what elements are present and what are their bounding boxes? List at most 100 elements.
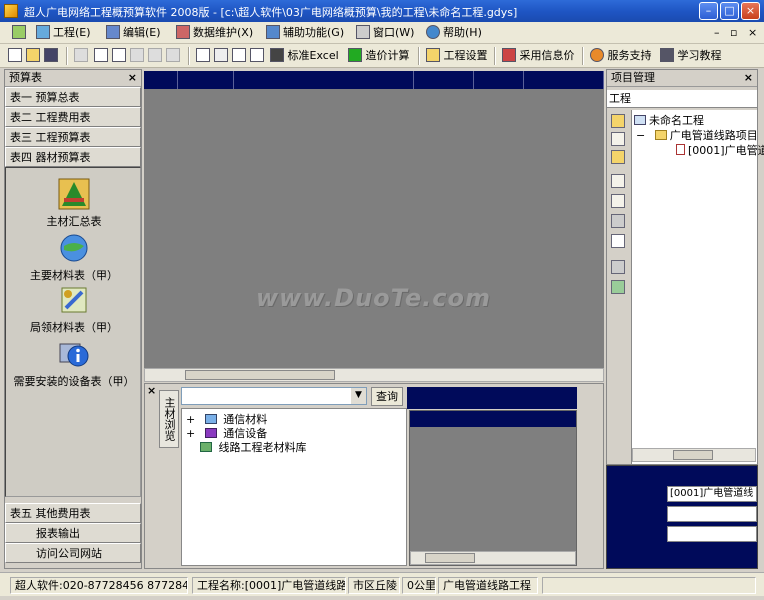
query-button[interactable]: 查询: [371, 387, 403, 406]
toolbar: 标准Excel 造价计算 工程设置 采用信息价 服务支持 学习教程: [0, 44, 764, 68]
paste-icon[interactable]: [611, 214, 625, 228]
filter-button[interactable]: [250, 47, 264, 65]
save-button[interactable]: [44, 47, 58, 65]
cut-button[interactable]: [94, 47, 108, 65]
menu-data-label: 数据维护(X): [193, 26, 254, 39]
undo-icon: [74, 48, 88, 62]
workspace-scroll-thumb[interactable]: [185, 370, 335, 380]
price-icon: [502, 48, 516, 62]
budget-panel-header: 预算表 ×: [5, 70, 141, 87]
mdi-restore-button[interactable]: ▫: [730, 26, 737, 39]
property-value-3[interactable]: [667, 526, 757, 542]
material-grid[interactable]: [409, 410, 577, 566]
tree-node-label: 未命名工程: [649, 114, 704, 127]
new-button[interactable]: [8, 47, 22, 65]
project-panel-close-icon[interactable]: ×: [744, 70, 753, 86]
tutorial-button[interactable]: 学习教程: [660, 47, 722, 65]
minimize-button[interactable]: –: [699, 2, 718, 20]
calc-button[interactable]: 造价计算: [348, 47, 410, 65]
move-down-button[interactable]: [166, 47, 180, 65]
settings-label: 工程设置: [443, 49, 488, 62]
grid-header-cell[interactable]: [178, 71, 234, 89]
project-tree-hscrollbar[interactable]: [632, 448, 756, 462]
menu-help[interactable]: 帮助(H): [426, 25, 482, 41]
install-equipment-table-item[interactable]: 需要安装的设备表（甲）: [6, 338, 142, 389]
open-folder-icon[interactable]: [611, 114, 625, 128]
budget-panel-close-icon[interactable]: ×: [128, 70, 137, 86]
status-project-name: 工程名称:[0001]广电管道线路: [192, 577, 346, 594]
properties-icon[interactable]: [611, 174, 625, 188]
grid-header-cell[interactable]: [524, 71, 604, 89]
menu-aux[interactable]: 辅助功能(G): [266, 25, 344, 41]
new-doc-icon[interactable]: [611, 132, 625, 146]
project-management-panel: 项目管理 × 工程 未命名工程 − 广电管道线路项目 [0001]广电管道线路: [606, 69, 764, 465]
install-equipment-table-label: 需要安装的设备表（甲）: [13, 375, 135, 388]
paste-button[interactable]: [130, 47, 144, 65]
settings-button[interactable]: 工程设置: [426, 47, 488, 65]
workspace-area: [144, 71, 604, 382]
undo-button[interactable]: [74, 47, 88, 65]
maximize-button[interactable]: □: [720, 2, 739, 20]
menu-window[interactable]: 窗口(W): [356, 25, 414, 41]
property-value-2[interactable]: [667, 506, 757, 522]
folder-icon[interactable]: [611, 150, 625, 164]
sort-button[interactable]: [232, 47, 246, 65]
price-button[interactable]: 采用信息价: [502, 47, 575, 65]
property-value-unit[interactable]: [0001]广电管道线: [667, 486, 757, 502]
delete-icon[interactable]: [611, 234, 625, 248]
tree-node-item[interactable]: − 广电管道线路项目: [636, 127, 758, 143]
export-icon[interactable]: [611, 280, 625, 294]
material-grid-hscrollbar[interactable]: [410, 551, 576, 565]
chevron-down-icon[interactable]: ▼: [351, 388, 366, 404]
print-icon[interactable]: [611, 260, 625, 274]
arrow-up-icon: [148, 48, 162, 62]
material-tree[interactable]: + 通信材料 + 通信设备 线路工程老材料库: [181, 408, 407, 566]
watermark: www.DuoTe.com: [256, 284, 491, 312]
tree-node-unit[interactable]: [0001]广电管道线路: [676, 142, 764, 158]
close-button[interactable]: ×: [741, 2, 760, 20]
tree-node-project-root[interactable]: 未命名工程: [634, 112, 704, 128]
main-material-table-item[interactable]: 主要材料表（甲）: [6, 232, 142, 283]
copy-icon[interactable]: [611, 194, 625, 208]
bureau-material-table-item[interactable]: 局领材料表（甲）: [6, 284, 142, 335]
grid-header-cell[interactable]: [144, 71, 178, 89]
material-category-select[interactable]: ▼: [181, 387, 367, 405]
tutorial-label: 学习教程: [677, 49, 722, 62]
nav-table-2[interactable]: 表二 工程费用表: [5, 107, 141, 127]
material-browse-tab[interactable]: 主材浏览: [159, 390, 179, 448]
library-icon: [200, 442, 212, 452]
insert-button[interactable]: [196, 47, 210, 65]
status-company: 超人软件:020-87728456 87728457: [10, 577, 188, 594]
nav-report-output[interactable]: 报表输出: [5, 523, 141, 543]
nav-table-3[interactable]: 表三 工程预算表: [5, 127, 141, 147]
project-tree[interactable]: 未命名工程 − 广电管道线路项目 [0001]广电管道线路: [631, 110, 764, 464]
mdi-minimize-button[interactable]: –: [714, 26, 720, 39]
grid-header-cell[interactable]: [234, 71, 414, 89]
open-button[interactable]: [26, 47, 40, 65]
excel-button[interactable]: 标准Excel: [270, 47, 339, 65]
workspace-hscrollbar[interactable]: [144, 368, 604, 382]
support-button[interactable]: 服务支持: [590, 47, 652, 65]
main-material-summary-item[interactable]: 主材汇总表: [6, 178, 142, 229]
nav-table-5[interactable]: 表五 其他费用表: [5, 503, 141, 523]
menu-project[interactable]: 工程(E): [36, 25, 91, 41]
grid-header-cell[interactable]: [474, 71, 524, 89]
menu-data-maintenance[interactable]: 数据维护(X): [176, 25, 253, 41]
tree-expander[interactable]: −: [636, 129, 645, 142]
nav-table-4[interactable]: 表四 器材预算表: [5, 147, 141, 167]
tab-project[interactable]: 工程: [607, 90, 757, 108]
arrow-down-icon: [166, 48, 180, 62]
delete-button[interactable]: [214, 47, 228, 65]
material-grid-scroll-thumb[interactable]: [425, 553, 475, 563]
copy-button[interactable]: [112, 47, 126, 65]
tree-node-old-library[interactable]: 线路工程老材料库: [186, 439, 307, 455]
nav-table-1[interactable]: 表一 预算总表: [5, 87, 141, 107]
project-tree-scroll-thumb[interactable]: [673, 450, 713, 460]
menu-edit[interactable]: 编辑(E): [106, 25, 161, 41]
browse-close-icon[interactable]: ×: [147, 384, 156, 397]
grid-header-cell[interactable]: [414, 71, 474, 89]
nav-company-website[interactable]: 访问公司网站: [5, 543, 141, 563]
move-up-button[interactable]: [148, 47, 162, 65]
mdi-close-button[interactable]: ×: [748, 26, 757, 39]
menu-icon-tools[interactable]: [12, 25, 29, 41]
